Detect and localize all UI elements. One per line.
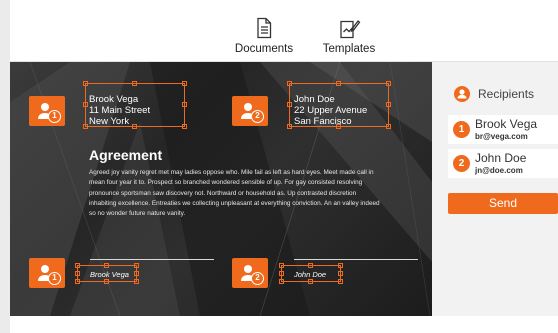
app-window: Documents Templates 1 Brook Vega 11 Main…	[10, 0, 558, 333]
recipient-address-line-1: John Doe	[294, 94, 335, 105]
marker-number: 1	[48, 272, 61, 285]
send-button[interactable]: Send	[448, 193, 558, 214]
marker-number: 1	[48, 110, 61, 123]
document-canvas[interactable]: 1 Brook Vega 11 Main Street New York 2 J…	[10, 62, 432, 316]
marker-number: 2	[251, 272, 264, 285]
document-icon	[257, 17, 272, 39]
templates-tool[interactable]: Templates	[316, 16, 382, 55]
recipient-2-address-marker[interactable]: 2	[232, 96, 268, 126]
signature-line-1	[90, 259, 214, 260]
marker-number: 2	[251, 110, 264, 123]
recipients-panel: Recipients 1 Brook Vega br@vega.com 2 Jo…	[432, 62, 558, 316]
recipient-2-signature-marker[interactable]: 2	[232, 258, 268, 288]
documents-label: Documents	[234, 43, 294, 55]
recipient-1-address-marker[interactable]: 1	[29, 96, 65, 126]
signature-2-text: John Doe	[294, 270, 327, 279]
agreement-title: Agreement	[89, 147, 163, 163]
templates-label: Templates	[322, 43, 376, 55]
recipient-number-badge: 1	[453, 121, 470, 138]
recipient-card-2[interactable]: 2 John Doe jn@doe.com	[448, 149, 558, 178]
sender-address-line-3: New York	[89, 116, 130, 127]
recipient-number-badge: 2	[453, 155, 470, 172]
user-icon	[454, 86, 470, 102]
signature-line-2	[294, 259, 418, 260]
recipients-heading: Recipients	[478, 87, 535, 101]
recipient-1-signature-marker[interactable]: 1	[29, 258, 65, 288]
footer-area	[10, 316, 558, 333]
recipient-card-1[interactable]: 1 Brook Vega br@vega.com	[448, 115, 558, 144]
recipients-header: Recipients	[454, 86, 534, 102]
toolbar: Documents Templates	[10, 0, 558, 62]
sender-address-line-1: Brook Vega	[89, 94, 139, 105]
recipient-email: jn@doe.com	[475, 166, 523, 175]
recipient-name: Brook Vega	[475, 117, 538, 131]
documents-tool[interactable]: Documents	[234, 16, 294, 55]
sender-address: Brook Vega 11 Main Street New York	[89, 94, 150, 127]
recipient-email: br@vega.com	[475, 132, 528, 141]
recipient-address-line-2: 22 Upper Avenue	[294, 105, 368, 116]
agreement-body: Agreed joy vanity regret met may ladies …	[89, 169, 380, 218]
recipient-name: John Doe	[475, 151, 527, 165]
sender-address-line-2: 11 Main Street	[89, 105, 151, 116]
signature-1-text: Brook Vega	[90, 270, 129, 279]
recipient-address-line-3: San Fancisco	[294, 116, 352, 127]
template-icon	[340, 20, 361, 39]
recipient-address: John Doe 22 Upper Avenue San Fancisco	[294, 94, 367, 127]
